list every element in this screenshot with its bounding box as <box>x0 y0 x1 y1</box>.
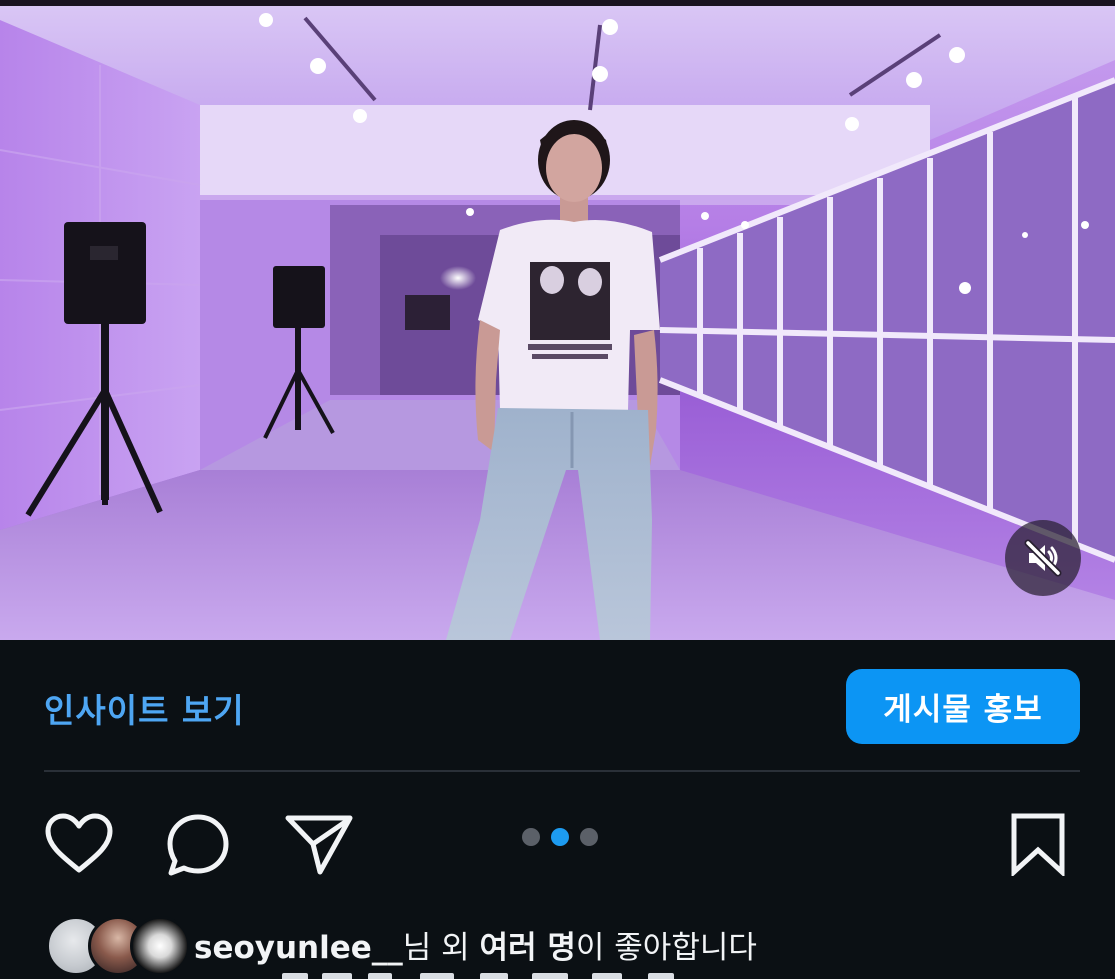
comment-bubble-icon <box>167 814 229 876</box>
comment-button[interactable] <box>165 812 231 882</box>
liker-username[interactable]: seoyunlee__ <box>194 930 403 966</box>
view-insights-link[interactable]: 인사이트 보기 <box>44 684 245 732</box>
caption-peek <box>270 966 730 979</box>
liker-avatars <box>46 914 190 976</box>
bookmark-icon <box>1011 813 1065 878</box>
mute-toggle-button[interactable] <box>1005 520 1081 596</box>
paper-plane-icon <box>285 815 353 875</box>
likes-suffix-2: 이 좋아합니다 <box>575 929 757 966</box>
avatar <box>130 916 190 976</box>
carousel-indicator <box>522 828 598 846</box>
post-video[interactable] <box>0 0 1115 640</box>
promote-post-button[interactable]: 게시물 홍보 <box>846 669 1080 744</box>
instagram-post-screen: 인사이트 보기 게시물 홍보 seoyunlee__님 외 여러 명이 좋아합니… <box>0 0 1115 979</box>
video-frame-illustration <box>0 0 1115 640</box>
likes-others-link[interactable]: 여러 명 <box>480 930 576 966</box>
carousel-dot-active <box>551 828 569 846</box>
share-button[interactable] <box>284 812 354 880</box>
insights-bar: 인사이트 보기 게시물 홍보 <box>0 640 1115 770</box>
like-button[interactable] <box>44 812 114 880</box>
save-button[interactable] <box>1010 812 1066 880</box>
carousel-dot <box>522 828 540 846</box>
carousel-dot <box>580 828 598 846</box>
likes-text: seoyunlee__님 외 여러 명이 좋아합니다 <box>194 922 757 967</box>
likes-suffix-1: 님 외 <box>402 929 480 966</box>
heart-icon <box>45 813 113 873</box>
divider <box>44 770 1080 772</box>
likes-summary[interactable]: seoyunlee__님 외 여러 명이 좋아합니다 <box>46 914 757 976</box>
speaker-muted-icon <box>1024 539 1062 577</box>
